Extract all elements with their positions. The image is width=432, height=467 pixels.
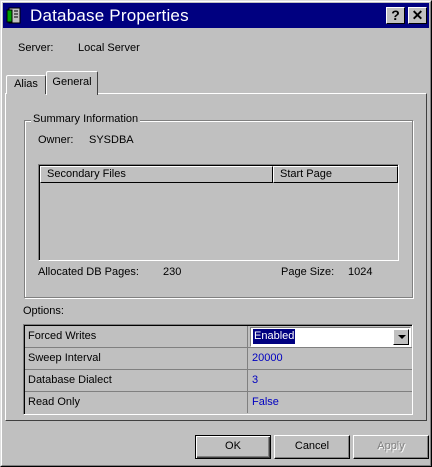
help-button[interactable]: ? [386, 7, 405, 24]
option-name: Database Dialect [28, 370, 248, 391]
title-bar[interactable]: Database Properties ? ✕ [3, 3, 429, 28]
server-label: Server: [18, 42, 54, 54]
tab-alias[interactable]: Alias [6, 75, 46, 94]
option-value[interactable]: False [252, 392, 279, 413]
allocated-label: Allocated DB Pages: [38, 266, 139, 278]
option-row[interactable]: Sweep Interval 20000 [25, 348, 412, 370]
option-row[interactable]: Read Only False [25, 392, 412, 414]
server-value: Local Server [78, 42, 140, 54]
column-secondary-files[interactable]: Secondary Files [40, 166, 273, 183]
owner-value: SYSDBA [89, 134, 134, 146]
allocated-value: 230 [163, 266, 182, 278]
chevron-down-icon[interactable] [393, 329, 409, 345]
option-value[interactable]: 3 [252, 370, 258, 391]
database-icon [6, 7, 21, 24]
option-name: Sweep Interval [28, 348, 248, 369]
summary-title: Summary Information [31, 113, 141, 125]
options-grid[interactable]: Forced Writes Enabled Sweep Interval 200… [23, 324, 413, 415]
secondary-files-list[interactable]: Secondary Files Start Page [38, 164, 399, 261]
database-properties-window: Database Properties ? ✕ Server: Local Se… [0, 0, 432, 467]
window-title: Database Properties [30, 6, 189, 25]
options-label: Options: [23, 305, 64, 317]
owner-label: Owner: [38, 134, 74, 146]
option-value[interactable]: 20000 [252, 348, 283, 369]
close-button[interactable]: ✕ [408, 7, 427, 24]
ok-button[interactable]: OK [195, 435, 271, 459]
option-row[interactable]: Forced Writes Enabled [25, 326, 412, 348]
forced-writes-dropdown[interactable]: Enabled [250, 327, 411, 347]
cancel-button[interactable]: Cancel [274, 435, 350, 459]
column-start-page[interactable]: Start Page [273, 166, 398, 183]
pagesize-value: 1024 [348, 266, 373, 278]
dropdown-selected-value: Enabled [251, 328, 297, 345]
option-row[interactable]: Database Dialect 3 [25, 370, 412, 392]
option-name: Forced Writes [28, 326, 248, 347]
tab-general[interactable]: General [46, 71, 98, 95]
apply-button[interactable]: Apply [353, 435, 429, 459]
option-name: Read Only [28, 392, 248, 413]
pagesize-label: Page Size: [281, 266, 335, 278]
